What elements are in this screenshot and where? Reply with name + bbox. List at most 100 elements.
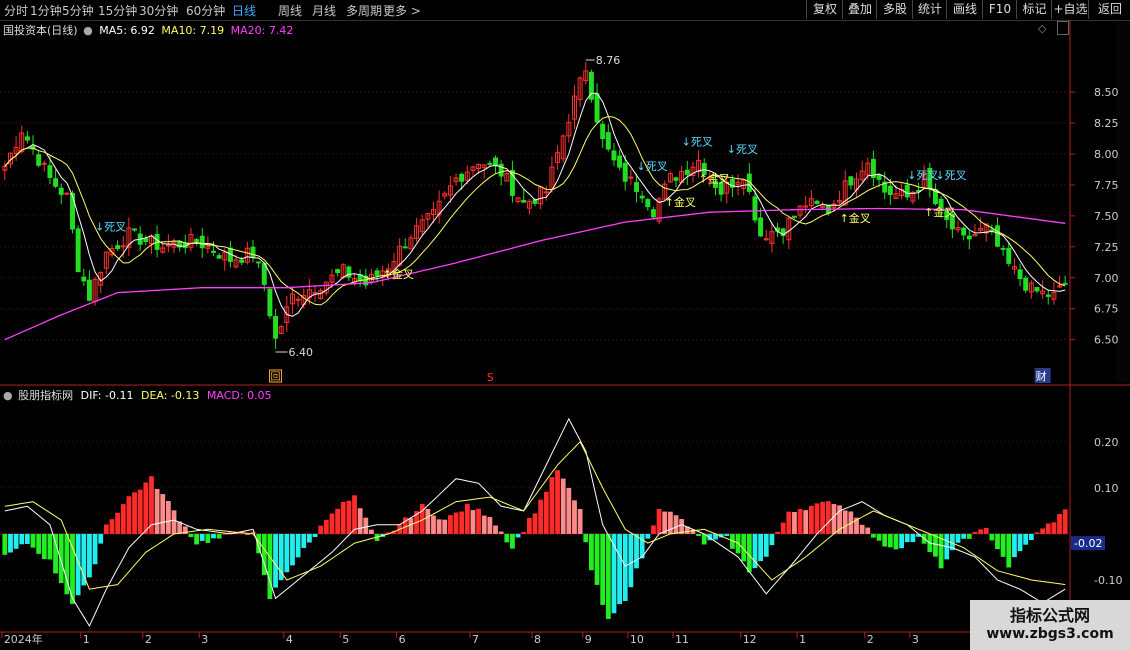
macd-bar (58, 533, 64, 584)
macd-bar (978, 529, 983, 534)
macd-bar (357, 508, 363, 534)
macd-bar (504, 533, 510, 543)
macd-bar (560, 478, 566, 534)
macd-bar (543, 491, 549, 534)
candle-body (143, 237, 149, 242)
candle-body (1034, 287, 1040, 292)
candle-body (1045, 294, 1051, 297)
candle-body (41, 162, 47, 165)
candle-body (295, 298, 301, 301)
candle-body (1006, 247, 1012, 264)
time-tick-label: 6 (399, 633, 406, 646)
macd-bar (667, 511, 673, 534)
macd-bar (30, 533, 36, 548)
price-tick-label: 7.75 (1094, 179, 1119, 192)
price-tick-label: 6.50 (1094, 334, 1119, 347)
price-tick-label: 8.25 (1094, 117, 1119, 130)
macd-bar (859, 524, 865, 534)
candle-body (887, 185, 893, 196)
macd-bar (453, 512, 459, 534)
macd-bar (803, 510, 809, 534)
ma20-line (4, 207, 1066, 341)
macd-bar (171, 510, 177, 534)
macd-bar (369, 529, 374, 534)
macd-bar (673, 515, 679, 534)
macd-bar (572, 500, 577, 534)
macd-bar (278, 533, 284, 581)
candle-body (239, 259, 245, 263)
macd-bar (1062, 509, 1068, 534)
candle-body (605, 132, 611, 150)
macd-bar (47, 533, 53, 560)
time-tick-label: 12 (743, 633, 757, 646)
macd-bar (53, 533, 58, 574)
watermark-title: 指标公式网 (1009, 606, 1090, 625)
time-tick-label: 2 (145, 633, 152, 646)
macd-bar (165, 501, 171, 534)
candle-body (24, 136, 30, 141)
death-cross-label: ↓死叉 (935, 169, 966, 182)
time-tick-label: 2 (867, 633, 874, 646)
macd-bar (555, 470, 560, 534)
macd-bar (899, 533, 905, 549)
time-tick-label: 3 (201, 633, 208, 646)
macd-bar (814, 503, 820, 534)
macd-bar (487, 517, 493, 534)
time-tick-label: 9 (585, 633, 592, 646)
macd-bar (132, 492, 137, 534)
macd-bar (549, 477, 555, 534)
macd-bar (966, 533, 972, 539)
macd-bar (594, 533, 600, 585)
macd-bar (92, 533, 98, 565)
time-tick-label: 5 (342, 633, 349, 646)
candle-body (194, 239, 200, 242)
macd-bar (589, 533, 594, 571)
macd-bar (696, 533, 701, 537)
macd-bar (882, 533, 888, 547)
macd-bar (8, 533, 13, 553)
death-cross-label: ↓死叉 (637, 160, 668, 173)
macd-bar (634, 533, 639, 569)
watermark-url: www.zbgs3.com (986, 626, 1114, 642)
macd-bar (1034, 532, 1040, 534)
macd-bar (645, 533, 651, 539)
macd-bar (284, 533, 290, 573)
watermark: 指标公式网 www.zbgs3.com (970, 600, 1130, 650)
macd-bar (983, 527, 989, 534)
macd-bar (464, 503, 470, 534)
min-price-label: 6.40 (289, 346, 314, 359)
macd-bar (566, 487, 572, 534)
candle-body (199, 235, 205, 249)
candle-body (256, 261, 262, 264)
macd-bar (876, 533, 882, 541)
macd-bar (481, 515, 487, 534)
candle-body (132, 228, 138, 231)
macd-bar (1012, 533, 1017, 558)
price-tick-label: 6.75 (1094, 303, 1119, 316)
macd-bar (436, 519, 442, 534)
candle-body (36, 154, 42, 166)
time-tick-label: 7 (472, 633, 479, 646)
macd-bar (538, 499, 544, 534)
macd-bar (510, 533, 515, 549)
death-cross-label: ↓死叉 (727, 143, 758, 156)
macd-bar (651, 525, 656, 534)
macd-bar (103, 524, 109, 534)
macd-bar (769, 533, 775, 546)
macd-bar (222, 533, 228, 535)
macd-bar (447, 515, 453, 534)
macd-bar (842, 510, 848, 534)
chart-canvas[interactable]: 8.766.40↓死叉↑金叉↓死叉↓死叉↑金叉↑金叉↓死叉↑金叉↓死叉↓死叉↑金… (0, 0, 1130, 650)
macd-bar (1040, 528, 1046, 534)
macd-bar (532, 513, 538, 534)
candle-body (1062, 282, 1068, 285)
candle-body (961, 227, 967, 236)
max-price-label: 8.76 (596, 54, 621, 67)
macd-bar (126, 496, 132, 534)
candle-body (459, 173, 465, 182)
candle-body (966, 235, 972, 240)
macd-bar (476, 508, 481, 534)
candle-body (645, 199, 651, 208)
macd-bar (205, 533, 211, 543)
s-marker-label: S (487, 371, 494, 384)
